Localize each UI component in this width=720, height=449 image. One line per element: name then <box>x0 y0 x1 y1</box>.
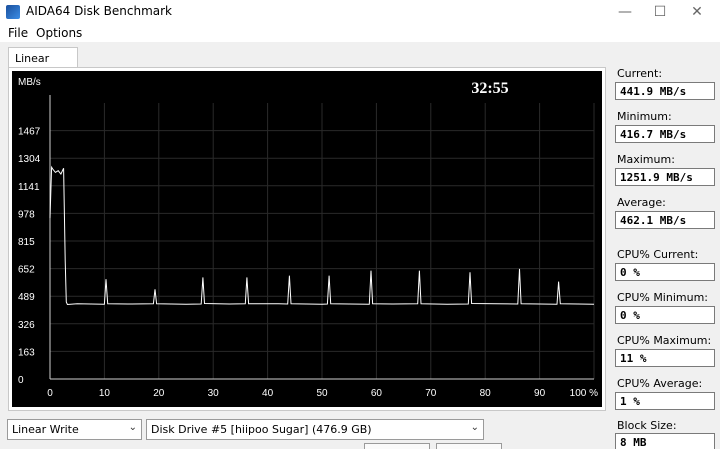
average-label: Average: <box>617 196 666 209</box>
x-tick-label: 10 <box>99 388 111 399</box>
maximum-label: Maximum: <box>617 153 675 166</box>
maximum-value: 1251.9 MB/s <box>615 168 715 186</box>
y-tick-label: 652 <box>18 265 35 276</box>
menu-file[interactable]: File <box>8 26 28 40</box>
y-tick-label: 978 <box>18 209 35 220</box>
chevron-down-icon: ⌄ <box>470 422 479 433</box>
chevron-down-icon: ⌄ <box>128 422 137 433</box>
drive-select-value: Disk Drive #5 [hiipoo Sugar] (476.9 GB) <box>151 423 372 436</box>
close-button[interactable]: ✕ <box>674 0 720 24</box>
y-tick-label: 815 <box>18 237 35 248</box>
action-button[interactable] <box>436 443 502 449</box>
block-size-value: 8 MB <box>615 433 715 449</box>
drive-select[interactable]: Disk Drive #5 [hiipoo Sugar] (476.9 GB) … <box>146 419 484 440</box>
cpu-maximum-value: 11 % <box>615 349 715 367</box>
x-tick-label: 100 % <box>570 388 598 399</box>
benchmark-graph: 0 163 326 489 652 815 978 1141 1304 1467 0 10 20 30 40… <box>12 71 602 407</box>
benchmark-graph-svg: 0 163 326 489 652 815 978 1141 1304 1467 0 10 20 30 40… <box>18 77 598 399</box>
test-type-select-value: Linear Write <box>12 423 79 436</box>
cpu-minimum-label: CPU% Minimum: <box>617 291 708 304</box>
y-tick-label: 1467 <box>18 127 41 138</box>
x-tick-label: 40 <box>262 388 274 399</box>
block-size-label: Block Size: <box>617 419 677 432</box>
y-tick-label: 326 <box>18 320 35 331</box>
elapsed-timer: 32:55 <box>471 80 508 97</box>
y-tick-label: 1304 <box>18 154 41 165</box>
minimum-label: Minimum: <box>617 110 672 123</box>
cpu-average-label: CPU% Average: <box>617 377 703 390</box>
action-button[interactable] <box>364 443 430 449</box>
cpu-current-value: 0 % <box>615 263 715 281</box>
x-tick-label: 20 <box>153 388 165 399</box>
tab-linear-write[interactable]: Linear Write <box>8 47 78 78</box>
menu-bar: File Options <box>0 24 720 42</box>
y-tick-label: 0 <box>18 375 24 386</box>
minimum-value: 416.7 MB/s <box>615 125 715 143</box>
y-tick-label: 163 <box>18 347 35 358</box>
current-value: 441.9 MB/s <box>615 82 715 100</box>
average-value: 462.1 MB/s <box>615 211 715 229</box>
x-tick-label: 60 <box>371 388 383 399</box>
cpu-minimum-value: 0 % <box>615 306 715 324</box>
test-type-select[interactable]: Linear Write ⌄ <box>7 419 142 440</box>
current-label: Current: <box>617 67 663 80</box>
x-tick-label: 0 <box>47 388 53 399</box>
cpu-current-label: CPU% Current: <box>617 248 699 261</box>
aida64-app-icon <box>6 5 20 19</box>
y-unit-label: MB/s <box>18 77 41 88</box>
x-tick-label: 30 <box>208 388 220 399</box>
y-tick-label: 1141 <box>18 182 40 193</box>
x-tick-label: 70 <box>425 388 437 399</box>
x-tick-label: 90 <box>534 388 546 399</box>
window-title: AIDA64 Disk Benchmark <box>26 4 173 18</box>
x-tick-label: 50 <box>316 388 328 399</box>
cpu-average-value: 1 % <box>615 392 715 410</box>
title-bar: AIDA64 Disk Benchmark — ☐ ✕ <box>0 0 720 24</box>
x-tick-label: 80 <box>480 388 492 399</box>
menu-options[interactable]: Options <box>36 26 82 40</box>
y-tick-label: 489 <box>18 292 35 303</box>
cpu-maximum-label: CPU% Maximum: <box>617 334 712 347</box>
